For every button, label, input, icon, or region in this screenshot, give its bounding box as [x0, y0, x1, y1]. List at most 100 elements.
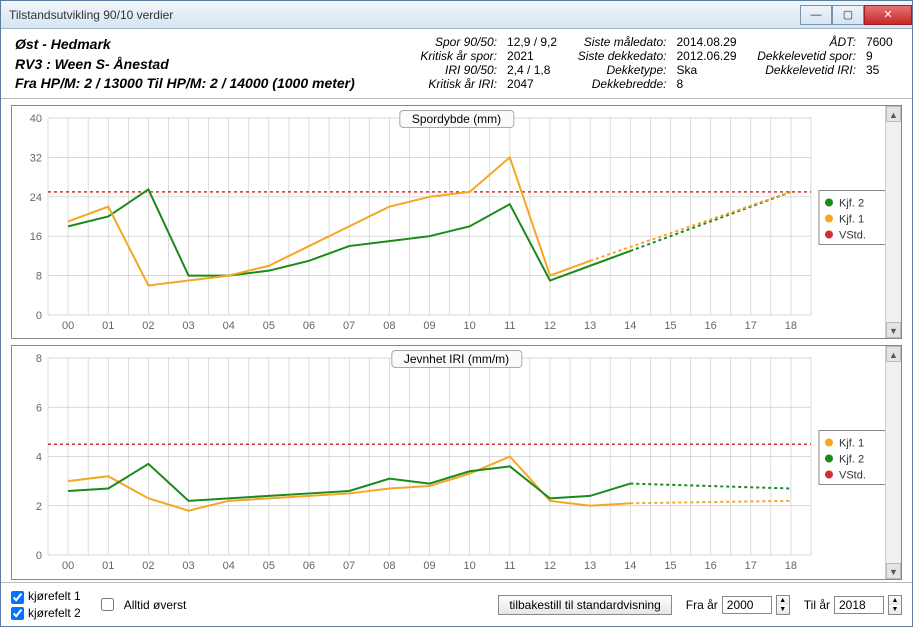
chart-jevnhet[interactable]: Jevnhet IRI (mm/m) 024680001020304050607…	[11, 345, 902, 580]
from-year-control: Fra år ▲▼	[686, 595, 790, 615]
svg-text:03: 03	[182, 320, 194, 332]
window-title: Tilstandsutvikling 90/10 verdier	[9, 8, 800, 22]
scroll-up-icon[interactable]: ▲	[886, 346, 901, 362]
chart-spordybde[interactable]: Spordybde (mm) 0816243240000102030405060…	[11, 105, 902, 340]
check-kj2-input[interactable]	[11, 607, 24, 620]
chart-svg-1: 0816243240000102030405060708091011121314…	[12, 106, 901, 339]
title-bar[interactable]: Tilstandsutvikling 90/10 verdier — ▢ ✕	[1, 1, 912, 29]
check-always-top-input[interactable]	[101, 598, 114, 611]
info-bar: Øst - Hedmark RV3 : Ween S- Ånestad Fra …	[1, 29, 912, 99]
svg-text:17: 17	[745, 320, 757, 332]
svg-text:15: 15	[664, 560, 676, 572]
val-dlspor: 9	[866, 49, 898, 63]
svg-text:08: 08	[383, 320, 395, 332]
svg-text:11: 11	[504, 560, 515, 572]
scroll-down-icon[interactable]: ▼	[886, 563, 901, 579]
svg-text:0: 0	[36, 310, 42, 322]
val-dliri: 35	[866, 63, 898, 77]
lbl-kritiri: Kritisk år IRI:	[415, 77, 497, 91]
svg-text:Kjf. 1: Kjf. 1	[839, 213, 864, 225]
val-maledato: 2014.08.29	[676, 35, 741, 49]
svg-text:18: 18	[785, 560, 797, 572]
svg-text:16: 16	[30, 231, 42, 243]
svg-text:05: 05	[263, 560, 275, 572]
chart-svg-2: 0246800010203040506070809101112131415161…	[12, 346, 901, 579]
svg-text:01: 01	[102, 320, 114, 332]
svg-text:6: 6	[36, 403, 42, 415]
lbl-maledato: Siste måledato:	[572, 35, 666, 49]
svg-text:04: 04	[223, 320, 235, 332]
to-year-spinner[interactable]: ▲▼	[888, 595, 902, 615]
lbl-dekkebredde: Dekkebredde:	[572, 77, 666, 91]
bottom-bar: kjørefelt 1 kjørefelt 2 Alltid øverst ti…	[1, 582, 912, 626]
lbl-dekketype: Dekketype:	[572, 63, 666, 77]
svg-text:08: 08	[383, 560, 395, 572]
svg-text:02: 02	[142, 320, 154, 332]
svg-text:Kjf. 1: Kjf. 1	[839, 438, 864, 450]
svg-text:16: 16	[704, 320, 716, 332]
close-button[interactable]: ✕	[864, 5, 912, 25]
svg-text:09: 09	[423, 560, 435, 572]
route-label: RV3 : Ween S- Ånestad	[15, 55, 395, 75]
svg-text:14: 14	[624, 320, 636, 332]
from-year-spinner[interactable]: ▲▼	[776, 595, 790, 615]
check-kj2[interactable]: kjørefelt 2	[11, 606, 81, 620]
svg-text:00: 00	[62, 320, 74, 332]
to-year-control: Til år ▲▼	[804, 595, 902, 615]
svg-text:18: 18	[785, 320, 797, 332]
svg-text:01: 01	[102, 560, 114, 572]
svg-text:VStd.: VStd.	[839, 229, 866, 241]
svg-text:14: 14	[624, 560, 636, 572]
chart-scrollbar-2[interactable]: ▲ ▼	[885, 346, 901, 579]
chart-scrollbar-1[interactable]: ▲ ▼	[885, 106, 901, 339]
val-dekkebredde: 8	[676, 77, 741, 91]
lbl-spor9050: Spor 90/50:	[415, 35, 497, 49]
svg-text:13: 13	[584, 320, 596, 332]
svg-text:09: 09	[423, 320, 435, 332]
svg-text:2: 2	[36, 501, 42, 513]
minimize-button[interactable]: —	[800, 5, 832, 25]
reset-button[interactable]: tilbakestill til standardvisning	[498, 595, 671, 615]
to-year-input[interactable]	[834, 596, 884, 614]
lbl-iri9050: IRI 90/50:	[415, 63, 497, 77]
scroll-down-icon[interactable]: ▼	[886, 322, 901, 338]
check-kj1-input[interactable]	[11, 591, 24, 604]
val-kritiri: 2047	[507, 77, 562, 91]
svg-text:03: 03	[182, 560, 194, 572]
val-dekketype: Ska	[676, 63, 741, 77]
svg-text:16: 16	[704, 560, 716, 572]
check-kj1[interactable]: kjørefelt 1	[11, 589, 81, 603]
svg-text:32: 32	[30, 152, 42, 164]
svg-text:04: 04	[223, 560, 235, 572]
svg-text:17: 17	[745, 560, 757, 572]
from-year-input[interactable]	[722, 596, 772, 614]
svg-text:Kjf. 2: Kjf. 2	[839, 197, 864, 209]
lbl-dlspor: Dekkelevetid spor:	[752, 49, 856, 63]
lbl-dekkedato: Siste dekkedato:	[572, 49, 666, 63]
lbl-kritspor: Kritisk år spor:	[415, 49, 497, 63]
info-left: Øst - Hedmark RV3 : Ween S- Ånestad Fra …	[15, 35, 395, 94]
window-controls: — ▢ ✕	[800, 5, 912, 25]
val-adt: 7600	[866, 35, 898, 49]
chart-title-1: Spordybde (mm)	[399, 110, 514, 128]
svg-text:12: 12	[544, 560, 556, 572]
svg-text:02: 02	[142, 560, 154, 572]
svg-text:8: 8	[36, 270, 42, 282]
maximize-button[interactable]: ▢	[832, 5, 864, 25]
svg-text:06: 06	[303, 560, 315, 572]
val-spor9050: 12,9 / 9,2	[507, 35, 562, 49]
app-window: Tilstandsutvikling 90/10 verdier — ▢ ✕ Ø…	[0, 0, 913, 627]
svg-text:07: 07	[343, 320, 355, 332]
svg-text:8: 8	[36, 353, 42, 365]
scroll-up-icon[interactable]: ▲	[886, 106, 901, 122]
svg-text:4: 4	[36, 452, 42, 464]
svg-text:12: 12	[544, 320, 556, 332]
lane-checkboxes: kjørefelt 1 kjørefelt 2	[11, 589, 81, 620]
svg-text:0: 0	[36, 550, 42, 562]
lbl-dliri: Dekkelevetid IRI:	[752, 63, 856, 77]
chart-title-2: Jevnhet IRI (mm/m)	[391, 350, 522, 368]
val-iri9050: 2,4 / 1,8	[507, 63, 562, 77]
svg-text:10: 10	[464, 320, 476, 332]
charts-area: Spordybde (mm) 0816243240000102030405060…	[1, 99, 912, 582]
always-top[interactable]: Alltid øverst	[101, 598, 187, 612]
